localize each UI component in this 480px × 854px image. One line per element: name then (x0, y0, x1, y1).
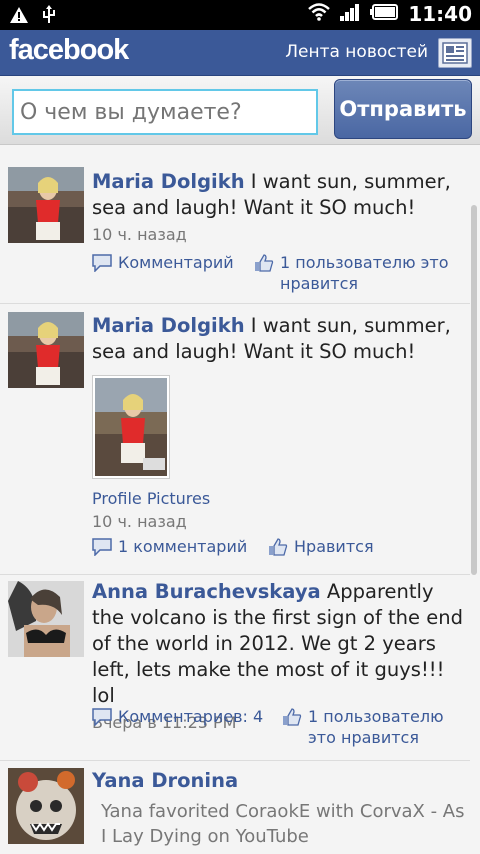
status-composer: Отправить (0, 76, 480, 145)
timestamp: 10 ч. назад (92, 225, 187, 244)
author-name[interactable]: Maria Dolgikh (92, 314, 245, 337)
author-name[interactable]: Maria Dolgikh (92, 170, 245, 193)
like-label: Нравится (294, 537, 374, 556)
avatar[interactable] (8, 167, 84, 243)
wifi-icon (308, 3, 331, 25)
comment-icon (92, 706, 112, 731)
story-text: Yana Dronina (92, 768, 466, 794)
signal-icon (340, 3, 360, 25)
author-name[interactable]: Anna Burachevskaya (92, 580, 321, 603)
photo-thumbnail[interactable] (92, 375, 170, 479)
usb-icon (42, 5, 56, 29)
thumbs-up-icon (282, 706, 302, 731)
comment-button[interactable]: 1 комментарий (92, 536, 247, 561)
comment-button[interactable]: Комментариев: 4 (92, 706, 263, 731)
status-bar: 11:40 (0, 0, 480, 30)
warning-icon (10, 7, 28, 27)
news-feed[interactable]: Maria Dolgikh I want sun, summer, sea an… (0, 145, 480, 854)
avatar[interactable] (8, 768, 84, 844)
scrollbar[interactable] (471, 205, 477, 575)
author-name[interactable]: Yana Dronina (92, 769, 238, 792)
album-link[interactable]: Profile Pictures (92, 489, 466, 508)
like-count: 1 пользователю это нравится (280, 253, 449, 293)
story-text: Anna Burachevskaya Apparently the volcan… (92, 579, 466, 709)
story-content: Maria Dolgikh I want sun, summer, sea an… (92, 169, 466, 244)
send-button[interactable]: Отправить (334, 79, 472, 139)
activity-text[interactable]: Yana favorited CoraokE with CorvaX - As … (92, 799, 466, 849)
thumbs-up-icon (268, 536, 288, 561)
story-text: Maria Dolgikh I want sun, summer, sea an… (92, 169, 466, 221)
news-feed-icon[interactable] (438, 38, 472, 68)
story-content: Maria Dolgikh I want sun, summer, sea an… (92, 313, 466, 531)
like-count: 1 пользователю это нравится (308, 707, 444, 747)
comment-icon (92, 252, 112, 277)
like-button[interactable]: 1 пользователю это нравится (282, 706, 454, 748)
story-text: Maria Dolgikh I want sun, summer, sea an… (92, 313, 466, 365)
comment-label: Комментарий (118, 253, 234, 272)
comment-button[interactable]: Комментарий (92, 252, 234, 277)
avatar[interactable] (8, 581, 84, 657)
app-header: facebook Лента новостей (0, 30, 480, 76)
feed-story: Yana Dronina Yana favorited CoraokE with… (0, 761, 470, 854)
facebook-logo[interactable]: facebook (9, 34, 129, 67)
status-input[interactable] (12, 89, 318, 135)
avatar[interactable] (8, 312, 84, 388)
clock: 11:40 (408, 2, 472, 26)
thumbs-up-icon (254, 252, 274, 277)
like-button[interactable]: Нравится (268, 536, 374, 561)
feed-story: Maria Dolgikh I want sun, summer, sea an… (0, 145, 470, 304)
feed-story: Anna Burachevskaya Apparently the volcan… (0, 575, 470, 761)
battery-icon (370, 4, 399, 24)
feed-story: Maria Dolgikh I want sun, summer, sea an… (0, 304, 470, 575)
story-content: Yana Dronina Yana favorited CoraokE with… (92, 768, 466, 849)
comment-count: Комментариев: 4 (118, 707, 264, 726)
like-button[interactable]: 1 пользователю это нравится (254, 252, 464, 294)
comment-count: 1 комментарий (118, 537, 248, 556)
comment-icon (92, 536, 112, 561)
timestamp: 10 ч. назад (92, 512, 187, 531)
news-feed-title: Лента новостей (285, 42, 428, 62)
